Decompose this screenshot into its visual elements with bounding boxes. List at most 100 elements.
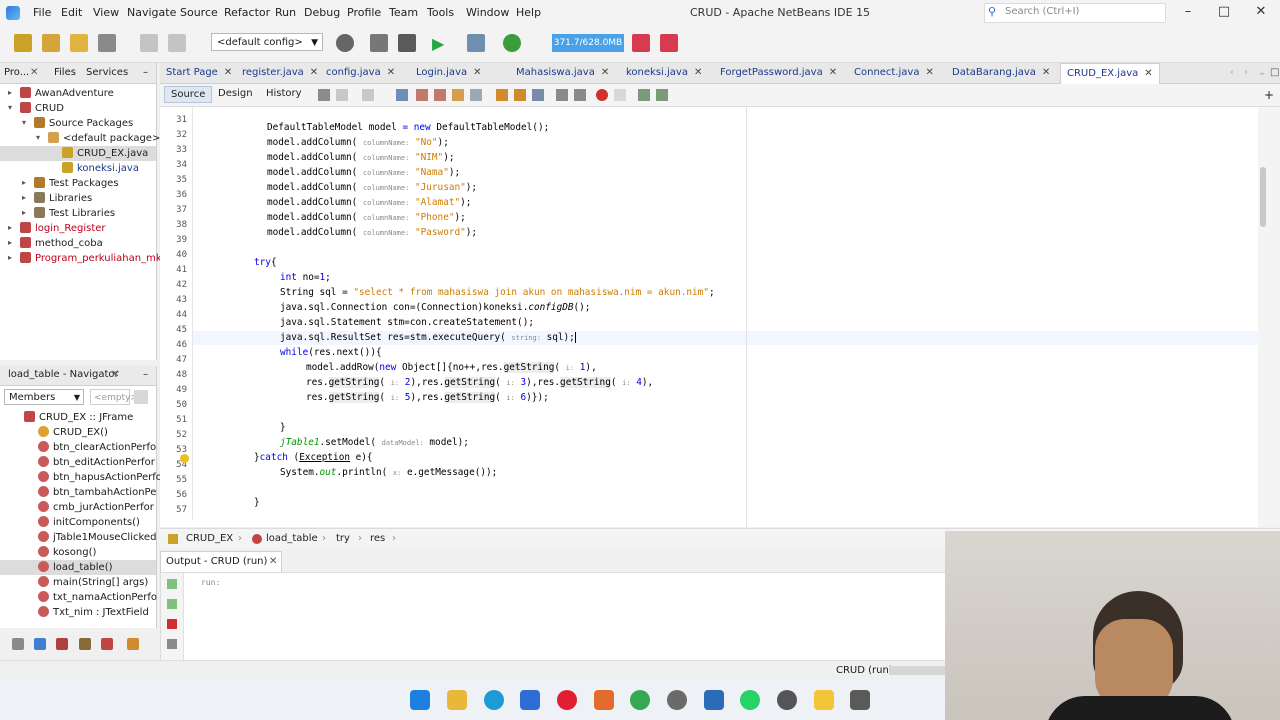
tree-item[interactable]: Source Packages <box>34 116 133 131</box>
secondary-filter-dropdown[interactable]: <empty> <box>90 389 138 405</box>
view-tab-design[interactable]: Design <box>218 88 253 99</box>
member-item[interactable]: btn_editActionPerfor <box>38 455 155 470</box>
member-item[interactable]: btn_tambahActionPe <box>38 485 156 500</box>
expand-toggle-icon[interactable]: ▸ <box>8 238 16 247</box>
menu-team[interactable]: Team <box>389 6 418 19</box>
recorder-icon[interactable] <box>777 690 797 710</box>
store-icon[interactable] <box>520 690 540 710</box>
expand-toggle-icon[interactable]: ▸ <box>8 223 16 232</box>
tab-files[interactable]: Files <box>54 67 76 78</box>
shift-right-icon[interactable] <box>574 89 586 101</box>
find-previous-icon[interactable] <box>416 89 428 101</box>
chrome-icon[interactable] <box>630 690 650 710</box>
tab-connect-java[interactable]: Connect.java ✕ <box>854 63 934 83</box>
comment-icon[interactable] <box>638 89 650 101</box>
members-filter-dropdown[interactable]: Members ▼ <box>4 389 84 405</box>
debug-icon[interactable] <box>467 34 485 52</box>
gc-force-icon[interactable] <box>660 34 678 52</box>
run-icon[interactable]: ▶ <box>432 34 444 53</box>
toggle-highlight-icon[interactable] <box>452 89 464 101</box>
minimize-panel-icon[interactable]: – <box>143 67 148 78</box>
member-item[interactable]: txt_namaActionPerfo <box>38 590 157 605</box>
tab-register-java[interactable]: register.java ✕ <box>242 63 318 83</box>
config-dropdown[interactable]: <default config> ▼ <box>211 33 323 51</box>
minimize-button[interactable]: – <box>1178 4 1198 19</box>
close-icon[interactable]: ✕ <box>387 67 395 78</box>
sort-source-icon[interactable] <box>127 638 139 650</box>
undo-icon[interactable] <box>140 34 158 52</box>
member-item[interactable]: CRUD_EX() <box>38 425 108 440</box>
notes-icon[interactable] <box>814 690 834 710</box>
netbeans-icon[interactable] <box>704 690 724 710</box>
tree-item[interactable]: login_Register <box>20 221 106 236</box>
tab-databarang-java[interactable]: DataBarang.java ✕ <box>952 63 1050 83</box>
breadcrumb-item[interactable]: try <box>336 533 350 544</box>
expand-toggle-icon[interactable]: ▾ <box>36 133 44 142</box>
member-item[interactable]: Txt_nim : JTextField <box>38 605 149 620</box>
chevron-down-icon[interactable]: ⌄ <box>1258 63 1266 83</box>
scroll-tabs-left-icon[interactable]: ‹ <box>1230 63 1234 83</box>
close-icon[interactable]: ✕ <box>310 67 318 78</box>
tree-item[interactable]: koneksi.java <box>62 161 139 176</box>
settings-icon[interactable] <box>667 690 687 710</box>
tab-config-java[interactable]: config.java ✕ <box>326 63 395 83</box>
open-project-icon[interactable] <box>70 34 88 52</box>
member-item[interactable]: CRUD_EX :: JFrame <box>24 410 133 425</box>
expand-toggle-icon[interactable]: ▸ <box>22 178 30 187</box>
target-icon[interactable] <box>336 34 354 52</box>
close-icon[interactable]: ✕ <box>269 556 277 567</box>
menu-refactor[interactable]: Refactor <box>224 6 270 19</box>
menu-edit[interactable]: Edit <box>61 6 82 19</box>
menu-file[interactable]: File <box>33 6 51 19</box>
close-icon[interactable]: ✕ <box>601 67 609 78</box>
tree-item[interactable]: Program_perkuliahan_mk2 <box>20 251 168 266</box>
tree-item[interactable]: <default package> <box>48 131 160 146</box>
close-icon[interactable]: ✕ <box>925 67 933 78</box>
back-icon[interactable] <box>336 89 348 101</box>
maximize-editor-icon[interactable]: □ <box>1270 63 1279 83</box>
output-tab[interactable]: Output - CRUD (run) ✕ <box>160 551 282 572</box>
tab-mahasiswa-java[interactable]: Mahasiswa.java ✕ <box>516 63 609 83</box>
find-next-icon[interactable] <box>434 89 446 101</box>
member-item[interactable]: btn_clearActionPerfo <box>38 440 156 455</box>
tree-item[interactable]: Test Packages <box>34 176 119 191</box>
last-edit-icon[interactable] <box>318 89 330 101</box>
view-tab-source[interactable]: Source <box>164 86 213 103</box>
file-explorer-icon[interactable] <box>447 690 467 710</box>
code-editor[interactable]: 30 31 32 33 34 35 36 37 38 39 40 41 42 43 44 45 46 47 48 49… <box>160 107 1258 527</box>
tree-item[interactable]: Test Libraries <box>34 206 115 221</box>
scroll-tabs-right-icon[interactable]: › <box>1244 63 1248 83</box>
gc-icon[interactable] <box>632 34 650 52</box>
prev-bookmark-icon[interactable] <box>496 89 508 101</box>
shift-left-icon[interactable] <box>556 89 568 101</box>
rerun-different-icon[interactable] <box>167 599 177 609</box>
stop-macro-icon[interactable] <box>614 89 626 101</box>
member-item[interactable]: btn_hapusActionPerfo <box>38 470 162 485</box>
menu-navigate[interactable]: Navigate <box>127 6 176 19</box>
opera-icon[interactable] <box>557 690 577 710</box>
redo-icon[interactable] <box>168 34 186 52</box>
xampp-icon[interactable] <box>594 690 614 710</box>
breadcrumb-item[interactable]: res <box>370 533 385 544</box>
tab-crud-ex-java[interactable]: CRUD_EX.java ✕ <box>1060 63 1160 84</box>
close-icon[interactable]: ✕ <box>111 369 119 380</box>
tab-forgetpassword-java[interactable]: ForgetPassword.java ✕ <box>720 63 837 83</box>
run-status[interactable]: CRUD (run) <box>836 665 893 676</box>
search-input[interactable]: ⚲ Search (Ctrl+I) <box>984 3 1166 23</box>
expand-toggle-icon[interactable]: ▾ <box>8 103 16 112</box>
view-tab-history[interactable]: History <box>266 88 302 99</box>
profile-icon[interactable] <box>503 34 521 52</box>
close-button[interactable]: ✕ <box>1251 4 1271 19</box>
close-icon[interactable]: ✕ <box>473 67 481 78</box>
sort-name-icon[interactable] <box>101 638 113 650</box>
menu-source[interactable]: Source <box>180 6 218 19</box>
member-item[interactable]: initComponents() <box>38 515 140 530</box>
menu-view[interactable]: View <box>93 6 119 19</box>
tree-item[interactable]: method_coba <box>20 236 103 251</box>
new-project-icon[interactable] <box>42 34 60 52</box>
maximize-button[interactable]: □ <box>1214 4 1234 19</box>
save-all-icon[interactable] <box>98 34 116 52</box>
whatsapp-icon[interactable] <box>740 690 760 710</box>
edge-icon[interactable] <box>484 690 504 710</box>
member-item[interactable]: load_table() <box>0 560 156 575</box>
